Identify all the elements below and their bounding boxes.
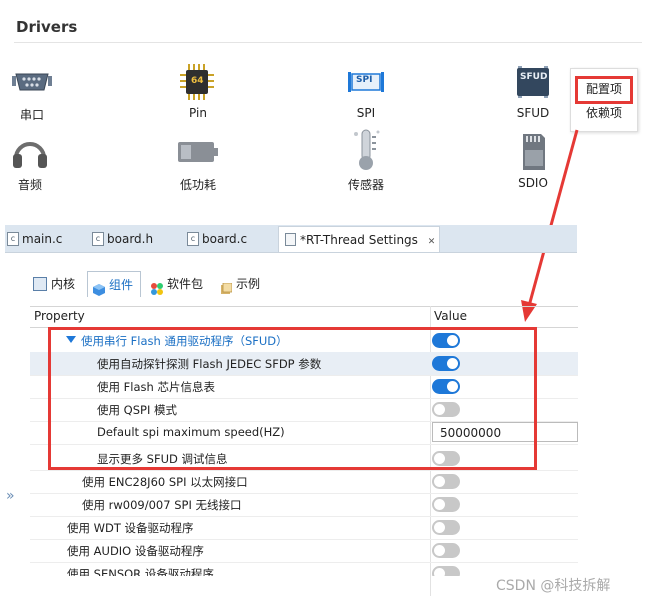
column-property: Property	[34, 309, 85, 323]
kernel-icon	[33, 276, 47, 291]
examples-icon	[220, 278, 233, 294]
table-row[interactable]: 使用 ENC28J60 SPI 以太网接口	[30, 470, 578, 494]
table-row[interactable]: 使用 rw009/007 SPI 无线接口	[30, 493, 578, 517]
row-label: 使用 AUDIO 设备驱动程序	[67, 544, 204, 558]
toggle-switch[interactable]	[432, 566, 460, 576]
thermometer-icon	[344, 128, 388, 172]
driver-label: 传感器	[347, 178, 384, 192]
table-row[interactable]: 使用 SENSOR 设备驱动程序	[30, 562, 578, 576]
row-label: 使用 WDT 设备驱动程序	[67, 521, 194, 535]
tab-components[interactable]: 组件	[87, 271, 141, 297]
toggle-switch[interactable]	[432, 497, 460, 512]
spi-icon: SPI	[344, 62, 388, 102]
tab-main-c[interactable]: c main.c	[5, 226, 87, 252]
driver-serial[interactable]: 串口	[0, 62, 72, 123]
tab-label: 示例	[236, 277, 261, 291]
row-label: 使用 rw009/007 SPI 无线接口	[82, 498, 242, 512]
driver-label: SFUD	[516, 106, 550, 120]
settings-file-icon	[285, 233, 296, 246]
tab-examples[interactable]: 示例	[220, 271, 270, 297]
chip-text: SPI	[356, 75, 373, 85]
table-row[interactable]: 使用 WDT 设备驱动程序	[30, 516, 578, 540]
table-header: Property Value	[30, 306, 578, 328]
highlight-box	[575, 76, 633, 104]
tab-label: *RT-Thread Settings	[300, 233, 418, 247]
menu-item-dependency[interactable]: 依赖项	[571, 104, 637, 121]
chip-text: 64	[191, 76, 204, 86]
driver-label: 低功耗	[179, 178, 216, 192]
sfud-icon: SFUD	[511, 62, 555, 102]
c-file-icon: c	[7, 231, 19, 246]
chip-icon: 64	[176, 62, 220, 102]
driver-label: Pin	[189, 106, 207, 120]
headphones-icon	[8, 132, 52, 172]
watermark: CSDN @科技拆解	[496, 578, 611, 594]
c-file-icon: c	[187, 231, 199, 246]
c-file-icon: c	[92, 231, 104, 246]
cube-icon	[93, 279, 105, 296]
close-icon[interactable]: ✕	[428, 237, 436, 247]
driver-sfud[interactable]: SFUD SFUD	[493, 62, 573, 120]
row-label: 使用 ENC28J60 SPI 以太网接口	[82, 475, 248, 489]
driver-pin[interactable]: 64 Pin	[158, 62, 238, 120]
column-value: Value	[434, 309, 467, 323]
tab-label: board.c	[202, 232, 248, 246]
driver-label: SPI	[356, 106, 376, 120]
driver-label: 音频	[17, 178, 42, 192]
tab-rt-thread-settings[interactable]: *RT-Thread Settings ✕	[278, 226, 440, 252]
toggle-switch[interactable]	[432, 543, 460, 558]
driver-label: 串口	[19, 108, 44, 122]
serial-port-icon	[10, 62, 54, 102]
drivers-title: Drivers	[16, 18, 78, 36]
tab-board-h[interactable]: c board.h	[92, 226, 172, 252]
tab-kernel[interactable]: 内核	[33, 271, 83, 297]
tab-packages[interactable]: 软件包	[151, 271, 213, 297]
toggle-switch[interactable]	[432, 520, 460, 535]
table-row[interactable]: 使用 AUDIO 设备驱动程序	[30, 539, 578, 563]
tab-board-c[interactable]: c board.c	[187, 226, 267, 252]
driver-spi[interactable]: SPI SPI	[326, 62, 406, 120]
divider	[14, 42, 642, 43]
tab-label: main.c	[22, 232, 63, 246]
tab-label: 组件	[109, 278, 134, 292]
context-menu: 配置项 依赖项	[570, 68, 638, 132]
tab-label: 软件包	[167, 277, 204, 291]
driver-sensor[interactable]: 传感器	[326, 128, 406, 193]
chip-text: SFUD	[520, 72, 548, 82]
row-label: 使用 SENSOR 设备驱动程序	[67, 567, 214, 576]
tab-label: board.h	[107, 232, 154, 246]
highlight-box	[48, 327, 537, 470]
toggle-switch[interactable]	[432, 474, 460, 489]
tab-label: 内核	[51, 277, 76, 291]
driver-audio[interactable]: 音频	[0, 132, 70, 193]
battery-icon	[176, 132, 220, 172]
collapse-panel-icon[interactable]: »	[6, 488, 15, 504]
packages-icon	[151, 278, 163, 295]
driver-lowpower[interactable]: 低功耗	[158, 132, 238, 193]
